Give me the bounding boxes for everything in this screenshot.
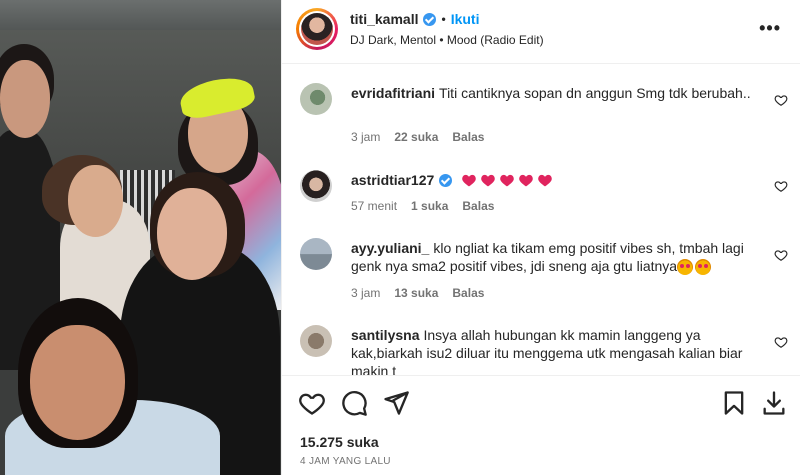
commenter-avatar[interactable] (300, 170, 332, 202)
heart-eyes-emoji-icon (677, 259, 694, 276)
post-media[interactable] (0, 0, 281, 475)
comment-likes[interactable]: 22 suka (394, 130, 438, 144)
media-person-4-face (157, 188, 227, 280)
comment-text: Titi cantiknya sopan dn anggun Smg tdk b… (439, 85, 751, 101)
separator-dot: • (441, 12, 446, 26)
red-heart-emoji-icon (538, 174, 553, 187)
commenter-avatar[interactable] (300, 83, 332, 115)
reply-button[interactable]: Balas (462, 199, 494, 213)
post-header: titi_kamall • Ikuti DJ Dark, Mentol • Mo… (282, 0, 800, 64)
comment-meta: 3 jam 13 suka Balas (351, 286, 484, 300)
follow-button[interactable]: Ikuti (451, 11, 480, 27)
heart-eyes-emoji-icon (695, 259, 712, 276)
comment-time: 3 jam (351, 286, 381, 300)
share-send-icon[interactable] (382, 389, 410, 417)
red-heart-emoji-icon (481, 174, 496, 187)
comment-item: astridtiar127 57 menit 1 suka Balas (300, 170, 790, 216)
commenter-username[interactable]: santilysna (351, 327, 419, 343)
media-person-5-face (30, 325, 125, 440)
comment-like-heart-icon[interactable] (774, 335, 788, 349)
red-heart-emoji-icon (462, 174, 477, 187)
comment-item: ayy.yuliani_ klo ngliat ka tikam emg posi… (300, 238, 790, 302)
comment-meta: 3 jam 22 suka Balas (351, 130, 484, 144)
audio-track[interactable]: DJ Dark, Mentol • Mood (Radio Edit) (350, 33, 544, 47)
commenter-username[interactable]: astridtiar127 (351, 171, 434, 189)
more-options-icon[interactable]: ••• (759, 18, 781, 39)
author-line: titi_kamall • Ikuti (350, 11, 479, 27)
comment-text-block: ayy.yuliani_ klo ngliat ka tikam emg posi… (351, 239, 771, 276)
author-avatar[interactable] (296, 8, 338, 50)
media-person-1-face (0, 60, 50, 138)
comment-text-block: santilysna Insya allah hubungan kk mamin … (351, 326, 771, 375)
comment-like-heart-icon[interactable] (774, 248, 788, 262)
comment-item: santilysna Insya allah hubungan kk mamin … (300, 325, 790, 375)
post-side-panel: titi_kamall • Ikuti DJ Dark, Mentol • Mo… (281, 0, 800, 475)
like-heart-icon[interactable] (298, 389, 326, 417)
verified-badge-icon (439, 173, 453, 187)
reply-button[interactable]: Balas (452, 130, 484, 144)
red-heart-emoji-icon (500, 174, 515, 187)
comments-list[interactable]: evridafitriani Titi cantiknya sopan dn an… (282, 65, 800, 375)
download-icon[interactable] (760, 389, 788, 417)
comment-likes[interactable]: 1 suka (411, 199, 448, 213)
red-heart-emoji-icon (519, 174, 534, 187)
heart-emoji-row (461, 173, 553, 187)
comment-text-block: astridtiar127 (351, 171, 771, 189)
commenter-avatar[interactable] (300, 325, 332, 357)
comment-time: 57 menit (351, 199, 398, 213)
comment-text-block: evridafitriani Titi cantiknya sopan dn an… (351, 84, 771, 102)
comment-time: 3 jam (351, 130, 381, 144)
commenter-username[interactable]: ayy.yuliani_ (351, 240, 429, 256)
comment-likes[interactable]: 13 suka (394, 286, 438, 300)
post-likes-count[interactable]: 15.275 suka (300, 434, 379, 450)
media-person-3-face (68, 165, 123, 237)
comment-bubble-icon[interactable] (340, 389, 368, 417)
comment-like-heart-icon[interactable] (774, 179, 788, 193)
commenter-avatar[interactable] (300, 238, 332, 270)
comment-meta: 57 menit 1 suka Balas (351, 199, 494, 213)
post-actions-bar: 15.275 suka 4 JAM YANG LALU (282, 375, 800, 475)
verified-badge-icon (423, 12, 437, 26)
reply-button[interactable]: Balas (452, 286, 484, 300)
post-timestamp: 4 JAM YANG LALU (300, 456, 391, 467)
comment-like-heart-icon[interactable] (774, 93, 788, 107)
author-username[interactable]: titi_kamall (350, 11, 418, 27)
bookmark-save-icon[interactable] (720, 389, 748, 417)
commenter-username[interactable]: evridafitriani (351, 85, 435, 101)
comment-item: evridafitriani Titi cantiknya sopan dn an… (300, 83, 790, 147)
